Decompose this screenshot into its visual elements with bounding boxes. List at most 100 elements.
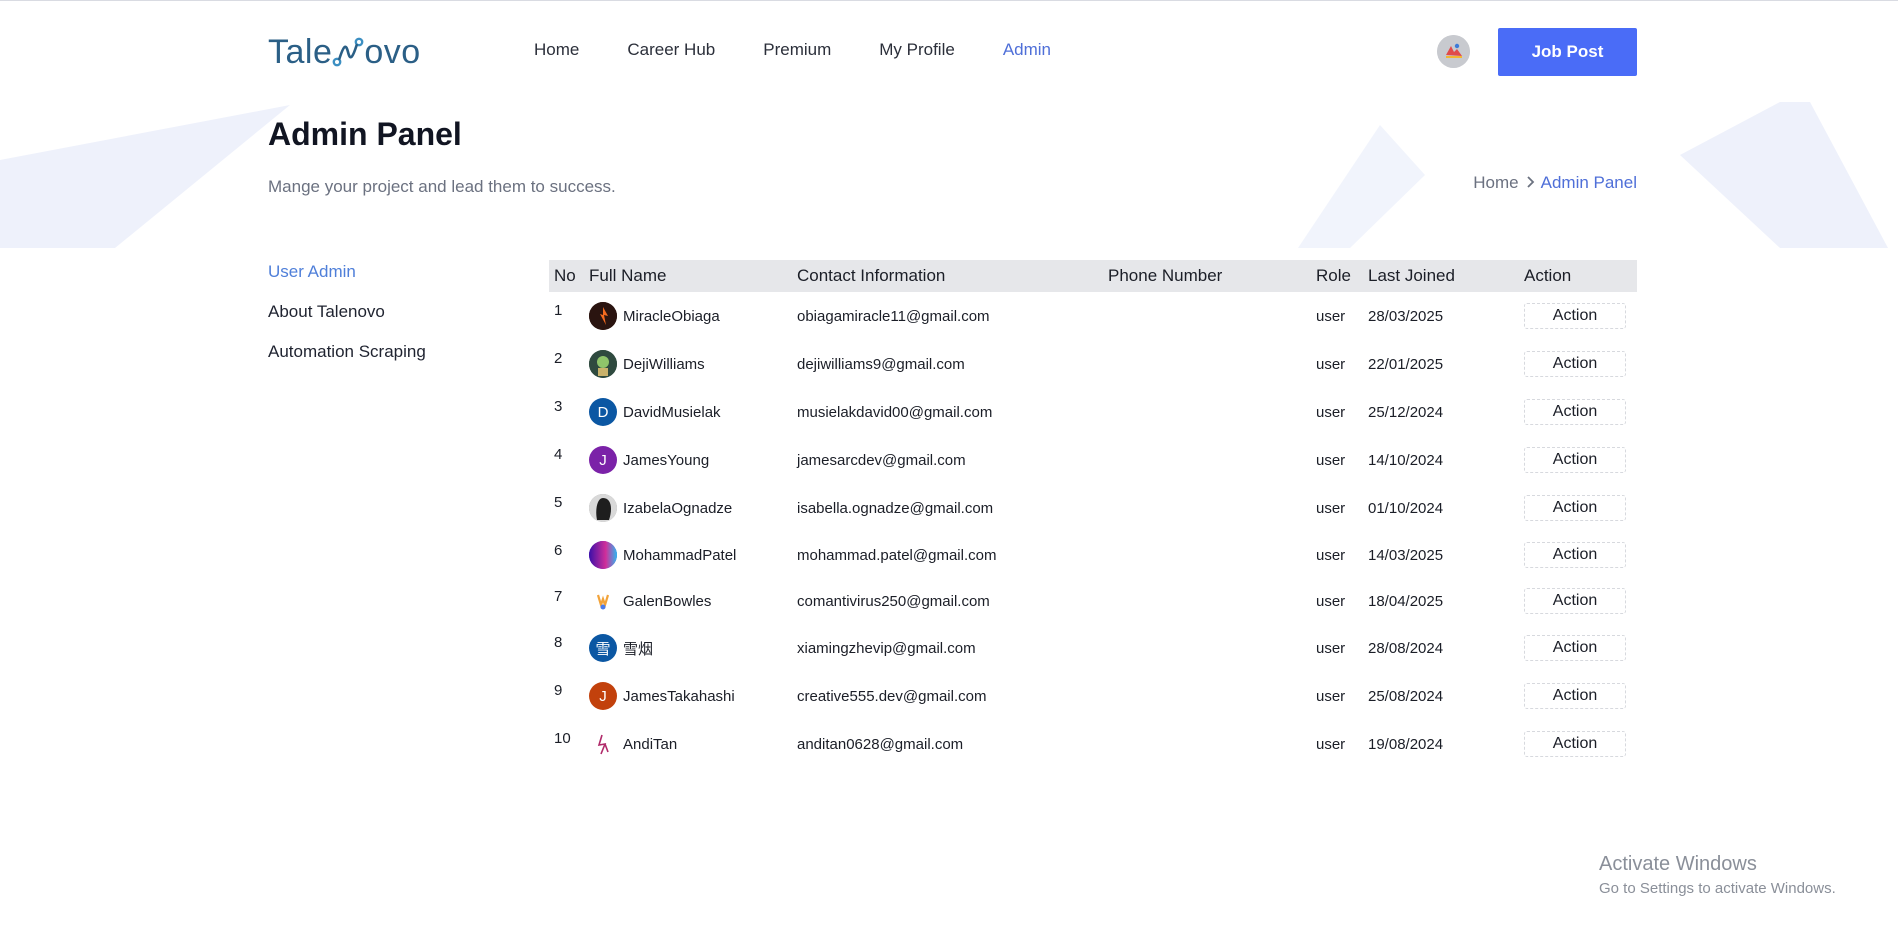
row-action-button[interactable]: Action — [1524, 303, 1626, 329]
col-header-role: Role — [1316, 266, 1351, 285]
user-name: AndiTan — [623, 735, 678, 753]
user-name: MiracleObiaga — [623, 307, 720, 325]
cell-last-joined: 14/03/2025 — [1368, 546, 1444, 564]
cell-email: obiagamiracle11@gmail.com — [797, 307, 990, 325]
cell-email: dejiwilliams9@gmail.com — [797, 355, 965, 373]
talenovo-logo[interactable]: Tale ovo — [268, 30, 421, 74]
nav-home[interactable]: Home — [534, 40, 579, 60]
user-name: DavidMusielak — [623, 403, 721, 421]
admin-sidebar: User Admin About Talenovo Automation Scr… — [268, 262, 426, 382]
cell-no: 3 — [554, 398, 563, 415]
nav-premium[interactable]: Premium — [763, 40, 831, 60]
cell-last-joined: 14/10/2024 — [1368, 451, 1444, 469]
cell-role: user — [1316, 735, 1346, 753]
user-name: MohammadPatel — [623, 546, 737, 564]
cell-full-name: AndiTan — [589, 730, 797, 758]
cell-email: xiamingzhevip@gmail.com — [797, 639, 976, 657]
cell-action: Action — [1524, 542, 1637, 568]
sidebar-item-user-admin[interactable]: User Admin — [268, 262, 426, 302]
row-action-button[interactable]: Action — [1524, 635, 1626, 661]
row-action-button[interactable]: Action — [1524, 542, 1626, 568]
user-name: JamesTakahashi — [623, 687, 735, 705]
cell-no: 7 — [554, 588, 563, 605]
cell-last-joined: 19/08/2024 — [1368, 735, 1444, 753]
cell-role: user — [1316, 499, 1346, 517]
cell-full-name: D DavidMusielak — [589, 398, 797, 426]
cell-role: user — [1316, 639, 1346, 657]
avatar-initial: D — [597, 403, 609, 421]
cell-no: 10 — [554, 730, 571, 747]
breadcrumb: Home Admin Panel — [1473, 173, 1637, 193]
table-row: 8 雪 雪烟 xiamingzhevip@gmail.com user 28/0… — [549, 624, 1637, 672]
avatar-initial: J — [599, 451, 607, 469]
cell-action: Action — [1524, 588, 1637, 614]
table-row: 5 IzabelaOgnadze isabella.ognadze@gmail.… — [549, 484, 1637, 532]
cell-last-joined: 18/04/2025 — [1368, 592, 1444, 610]
table-header: No Full Name Contact Information Phone N… — [549, 260, 1637, 292]
cell-email: mohammad.patel@gmail.com — [797, 546, 997, 564]
sidebar-item-about-talenovo[interactable]: About Talenovo — [268, 302, 426, 342]
user-name: IzabelaOgnadze — [623, 499, 733, 517]
sidebar-item-automation-scraping[interactable]: Automation Scraping — [268, 342, 426, 382]
cell-full-name: GalenBowles — [589, 587, 797, 615]
cell-no: 2 — [554, 350, 563, 367]
user-avatar-icon: J — [589, 682, 617, 710]
user-avatar-icon — [589, 541, 617, 569]
row-action-button[interactable]: Action — [1524, 731, 1626, 757]
cell-action: Action — [1524, 351, 1637, 377]
cell-full-name: MiracleObiaga — [589, 302, 797, 330]
user-name: DejiWilliams — [623, 355, 705, 373]
cell-email: musielakdavid00@gmail.com — [797, 403, 993, 421]
table-row: 2 DejiWilliams dejiwilliams9@gmail.com u… — [549, 340, 1637, 388]
row-action-button[interactable]: Action — [1524, 447, 1626, 473]
user-avatar-icon — [589, 350, 617, 378]
cell-email: comantivirus250@gmail.com — [797, 592, 990, 610]
cell-full-name: J JamesTakahashi — [589, 682, 797, 710]
cell-last-joined: 28/03/2025 — [1368, 307, 1444, 325]
cell-action: Action — [1524, 399, 1637, 425]
cell-last-joined: 25/12/2024 — [1368, 403, 1444, 421]
user-avatar-icon — [589, 730, 617, 758]
avatar-image-icon — [1437, 35, 1470, 68]
logo-text-left: Tale — [268, 32, 333, 71]
cell-role: user — [1316, 307, 1346, 325]
col-header-action: Action — [1524, 266, 1572, 285]
row-action-button[interactable]: Action — [1524, 683, 1626, 709]
logo-node-icon — [332, 37, 364, 67]
cell-no: 4 — [554, 446, 563, 463]
cell-last-joined: 22/01/2025 — [1368, 355, 1444, 373]
cell-email: anditan0628@gmail.com — [797, 735, 964, 753]
row-action-button[interactable]: Action — [1524, 351, 1626, 377]
cell-no: 9 — [554, 682, 563, 699]
cell-no: 1 — [554, 302, 563, 319]
cell-email: creative555.dev@gmail.com — [797, 687, 987, 705]
cell-role: user — [1316, 546, 1346, 564]
avatar-initial: 雪 — [595, 640, 611, 658]
row-action-button[interactable]: Action — [1524, 495, 1626, 521]
cell-action: Action — [1524, 447, 1637, 473]
cell-role: user — [1316, 451, 1346, 469]
user-avatar-icon: D — [589, 398, 617, 426]
cell-last-joined: 01/10/2024 — [1368, 499, 1444, 517]
job-post-button[interactable]: Job Post — [1498, 28, 1637, 76]
table-row: 10 AndiTan anditan0628@gmail.com user 19… — [549, 720, 1637, 768]
row-action-button[interactable]: Action — [1524, 399, 1626, 425]
cell-last-joined: 28/08/2024 — [1368, 639, 1444, 657]
cell-action: Action — [1524, 635, 1637, 661]
cell-full-name: MohammadPatel — [589, 541, 797, 569]
user-avatar[interactable] — [1437, 35, 1470, 68]
nav-career-hub[interactable]: Career Hub — [627, 40, 715, 60]
cell-full-name: IzabelaOgnadze — [589, 494, 797, 522]
main-nav: Home Career Hub Premium My Profile Admin — [534, 40, 1099, 60]
nav-my-profile[interactable]: My Profile — [879, 40, 955, 60]
nav-admin[interactable]: Admin — [1003, 40, 1051, 60]
cell-action: Action — [1524, 495, 1637, 521]
cell-role: user — [1316, 403, 1346, 421]
users-table: No Full Name Contact Information Phone N… — [549, 260, 1637, 768]
breadcrumb-home[interactable]: Home — [1473, 173, 1518, 193]
cell-action: Action — [1524, 303, 1637, 329]
col-header-no: No — [554, 266, 576, 285]
table-body: 1 MiracleObiaga obiagamiracle11@gmail.co… — [549, 292, 1637, 768]
col-header-last-joined: Last Joined — [1368, 266, 1455, 285]
row-action-button[interactable]: Action — [1524, 588, 1626, 614]
